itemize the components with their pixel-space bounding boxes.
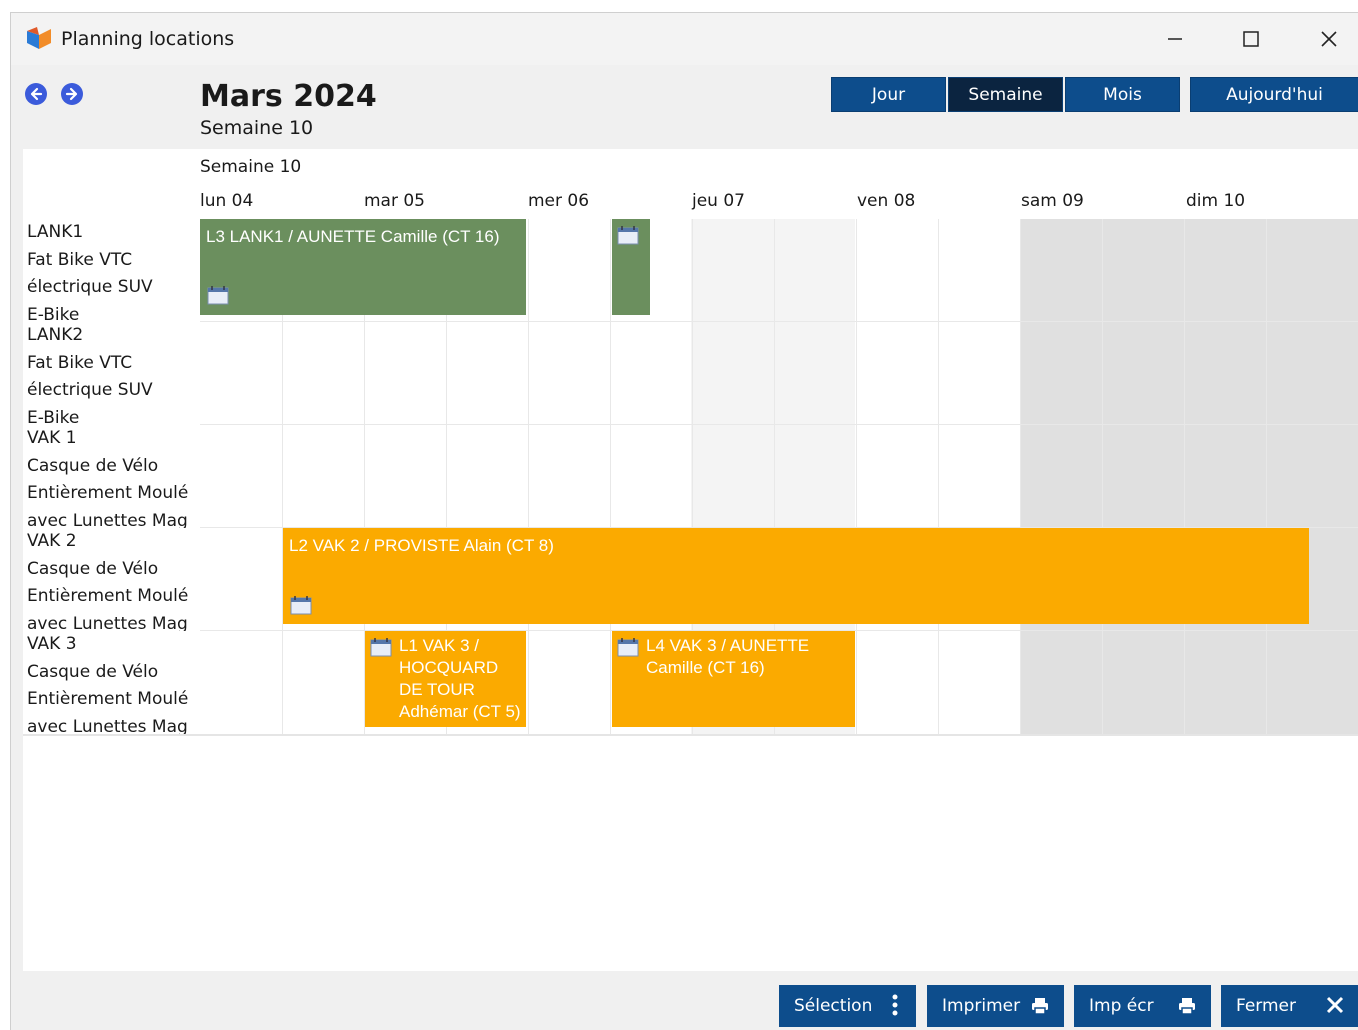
resource-line: Entièrement Moulé [27,689,189,709]
view-month-button[interactable]: Mois [1065,77,1180,112]
resource-line: VAK 3 [27,634,77,654]
maximize-button[interactable] [1229,21,1273,57]
resource-vak2[interactable]: VAK 2 Casque de Vélo Entièrement Moulé a… [27,528,199,631]
minimize-button[interactable] [1153,21,1197,57]
resource-line: avec Lunettes Mag [27,716,188,734]
calendar-icon [617,226,639,245]
week-subtitle: Semaine 10 [200,117,314,139]
resource-lank2[interactable]: LANK2 Fat Bike VTC électrique SUV E-Bike [27,322,199,425]
resource-line: LANK1 [27,222,84,242]
event-l1[interactable]: L1 VAK 3 / HOCQUARD DE TOUR Adhémar (CT … [365,631,526,727]
event-label: L4 VAK 3 / AUNETTE Camille (CT 16) [646,636,810,677]
print-screen-label: Imp écr [1089,996,1154,1016]
event-l4[interactable]: L4 VAK 3 / AUNETTE Camille (CT 16) [612,631,855,727]
grid-line [938,219,939,734]
day-header: sam 09 [1021,191,1084,211]
grid-bottom-border [23,734,1358,736]
day-header: lun 04 [200,191,254,211]
printer-icon [1179,998,1195,1015]
resource-line: Fat Bike VTC [27,249,133,270]
day-header: mar 05 [364,191,426,211]
day-header: ven 08 [857,191,916,211]
today-button[interactable]: Aujourd'hui [1190,77,1358,112]
day-header: dim 10 [1186,191,1246,211]
planning-window: Planning locations Mars 2024 Semaine 10 … [10,12,1358,1030]
resource-lank1[interactable]: LANK1 Fat Bike VTC électrique SUV E-Bike [27,219,199,322]
calendar-icon [207,286,229,305]
resource-line: Entièrement Moulé [27,586,189,606]
resource-line: Casque de Vélo [27,558,159,579]
calendar-week-label: Semaine 10 [200,157,302,177]
previous-week-button[interactable] [25,83,47,105]
print-screen-button[interactable]: Imp écr [1074,985,1211,1027]
calendar-icon [290,596,312,615]
event-label: L1 VAK 3 / HOCQUARD DE TOUR Adhémar (CT … [399,636,521,721]
resource-line: électrique SUV [27,277,153,297]
resource-line: E-Bike [27,407,80,425]
day-header: mer 06 [528,191,590,211]
event-label: L3 LANK1 / AUNETTE Camille (CT 16) [206,227,500,246]
view-week-button[interactable]: Semaine [948,77,1063,112]
resource-line: VAK 2 [27,531,77,551]
grid-line [1266,219,1267,734]
title-bar: Planning locations [11,13,1358,65]
grid-line [856,219,857,734]
event-l3[interactable]: L3 LANK1 / AUNETTE Camille (CT 16) [200,219,526,315]
resource-line: Casque de Vélo [27,661,159,682]
resource-line: E-Bike [27,304,80,322]
grid-line [1184,219,1185,734]
print-button[interactable]: Imprimer [927,985,1064,1027]
print-label: Imprimer [942,996,1021,1016]
printer-icon [1032,998,1048,1015]
month-title: Mars 2024 [200,79,377,114]
next-week-button[interactable] [61,83,83,105]
arrow-right-icon [65,87,78,101]
app-logo-icon [27,27,51,49]
resource-line: avec Lunettes Mag [27,613,188,631]
selection-label: Sélection [794,996,873,1016]
window-title: Planning locations [61,28,235,50]
close-window-button[interactable] [1307,21,1351,57]
row-divider [200,321,1358,322]
close-button[interactable]: Fermer [1221,985,1358,1027]
close-icon [1326,996,1344,1014]
row-divider [200,424,1358,425]
event-green-small[interactable] [612,219,650,315]
more-vertical-icon [892,994,898,1016]
arrow-left-icon [30,87,43,101]
resource-vak3[interactable]: VAK 3 Casque de Vélo Entièrement Moulé a… [27,631,199,734]
grid-line [528,219,529,734]
calendar-icon [370,638,392,657]
resource-line: VAK 1 [27,428,77,448]
resource-line: électrique SUV [27,380,153,400]
close-label: Fermer [1236,996,1297,1016]
minimize-icon [1168,38,1182,40]
resource-line: LANK2 [27,325,84,345]
resource-line: Casque de Vélo [27,455,159,476]
resource-line: Fat Bike VTC [27,352,133,373]
maximize-icon [1243,31,1259,47]
event-label: L2 VAK 2 / PROVISTE Alain (CT 8) [289,536,554,555]
selection-button[interactable]: Sélection [779,985,916,1027]
resource-line: avec Lunettes Mag [27,510,188,528]
day-header: jeu 07 [692,191,745,211]
calendar-panel: Semaine 10 lun 04 mar 05 mer 06 jeu 07 v… [23,149,1358,971]
resource-line: Entièrement Moulé [27,483,189,503]
grid-line [1020,219,1021,734]
view-day-button[interactable]: Jour [831,77,946,112]
calendar-icon [617,638,639,657]
resource-vak1[interactable]: VAK 1 Casque de Vélo Entièrement Moulé a… [27,425,199,528]
event-l2[interactable]: L2 VAK 2 / PROVISTE Alain (CT 8) [283,528,1309,624]
weekend-columns [1020,219,1358,734]
close-icon [1321,31,1337,47]
grid-line [1102,219,1103,734]
grid-line [610,219,611,734]
